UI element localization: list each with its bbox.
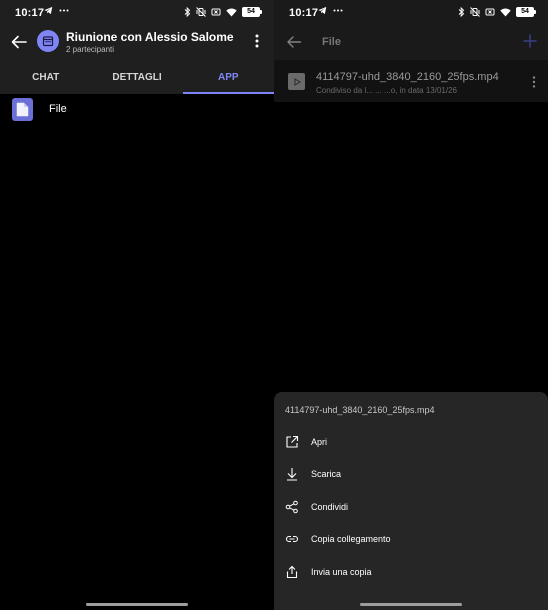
menu-item-scarica[interactable]: Scarica <box>274 460 548 490</box>
menu-item-label: Copia collegamento <box>311 534 391 544</box>
status-time: 10:17 <box>15 7 45 19</box>
file-name: 4114797-uhd_3840_2160_25fps.mp4 <box>316 71 499 83</box>
link-icon <box>285 535 299 543</box>
file-list-item[interactable]: 4114797-uhd_3840_2160_25fps.mp4 Condivis… <box>274 60 548 102</box>
sheet-title: 4114797-uhd_3840_2160_25fps.mp4 <box>285 405 435 415</box>
gesture-navigation-bar[interactable] <box>360 603 462 606</box>
menu-item-copia-collegamento[interactable]: Copia collegamento <box>274 525 548 555</box>
menu-item-label: Condividi <box>311 502 349 512</box>
meeting-avatar[interactable] <box>37 30 59 52</box>
menu-item-label: Invia una copia <box>311 567 372 577</box>
tab-dettagli[interactable]: DETTAGLI <box>91 66 182 94</box>
more-options-icon[interactable] <box>254 34 260 48</box>
battery-icon: 54 <box>516 7 536 17</box>
bluetooth-icon <box>458 7 465 17</box>
wifi-icon <box>500 8 511 16</box>
file-document-icon <box>12 98 33 121</box>
wifi-icon <box>226 8 237 16</box>
more-notifications-icon <box>333 9 343 12</box>
vibrate-off-icon <box>470 7 480 17</box>
bluetooth-icon <box>184 7 191 17</box>
status-bar: 10:17 54 <box>274 0 548 26</box>
tab-bar: CHAT DETTAGLI APP <box>0 66 274 94</box>
app-item-file[interactable]: File <box>0 96 274 124</box>
right-screen: 10:17 54 File 4114797-uhd_3840_2160_25fp… <box>274 0 548 610</box>
gesture-navigation-bar[interactable] <box>86 603 188 606</box>
tab-chat[interactable]: CHAT <box>0 66 91 94</box>
telegram-icon <box>318 6 327 15</box>
page-title: File <box>322 36 341 48</box>
status-right-icons: 54 <box>458 7 536 17</box>
file-more-options-icon[interactable] <box>532 76 536 88</box>
status-time: 10:17 <box>289 7 319 19</box>
menu-item-invia-copia[interactable]: Invia una copia <box>274 558 548 588</box>
status-left-icons <box>318 6 343 15</box>
menu-item-label: Apri <box>311 437 328 447</box>
file-shared-info: Condiviso da l... ... ...o, in data 13/0… <box>316 86 457 95</box>
status-right-icons: 54 <box>184 7 262 17</box>
left-screen: 10:17 54 Riunione con Alessio Salome 2 p… <box>0 0 274 610</box>
telegram-icon <box>44 6 53 15</box>
menu-item-label: Scarica <box>311 469 342 479</box>
menu-item-apri[interactable]: Apri <box>274 428 548 458</box>
status-left-icons <box>44 6 69 15</box>
send-copy-icon <box>286 565 298 579</box>
tab-app[interactable]: APP <box>182 66 274 94</box>
add-icon[interactable] <box>523 34 537 48</box>
video-file-icon <box>288 73 305 90</box>
calendar-icon <box>42 36 54 47</box>
app-item-label: File <box>49 103 67 115</box>
status-bar: 10:17 54 <box>0 0 274 26</box>
more-notifications-icon <box>59 9 69 12</box>
file-actions-sheet: 4114797-uhd_3840_2160_25fps.mp4 Apri Sca… <box>274 392 548 610</box>
sim-off-icon <box>485 8 495 16</box>
share-icon <box>285 500 298 514</box>
participants-count: 2 partecipanti <box>66 45 115 54</box>
open-external-icon <box>286 435 299 448</box>
vibrate-off-icon <box>196 7 206 17</box>
download-icon <box>287 468 297 481</box>
menu-item-condividi[interactable]: Condividi <box>274 493 548 523</box>
sim-off-icon <box>211 8 221 16</box>
battery-icon: 54 <box>242 7 262 17</box>
meeting-title[interactable]: Riunione con Alessio Salome <box>66 30 234 44</box>
back-arrow-icon[interactable] <box>10 33 28 51</box>
back-arrow-icon[interactable] <box>286 34 302 50</box>
